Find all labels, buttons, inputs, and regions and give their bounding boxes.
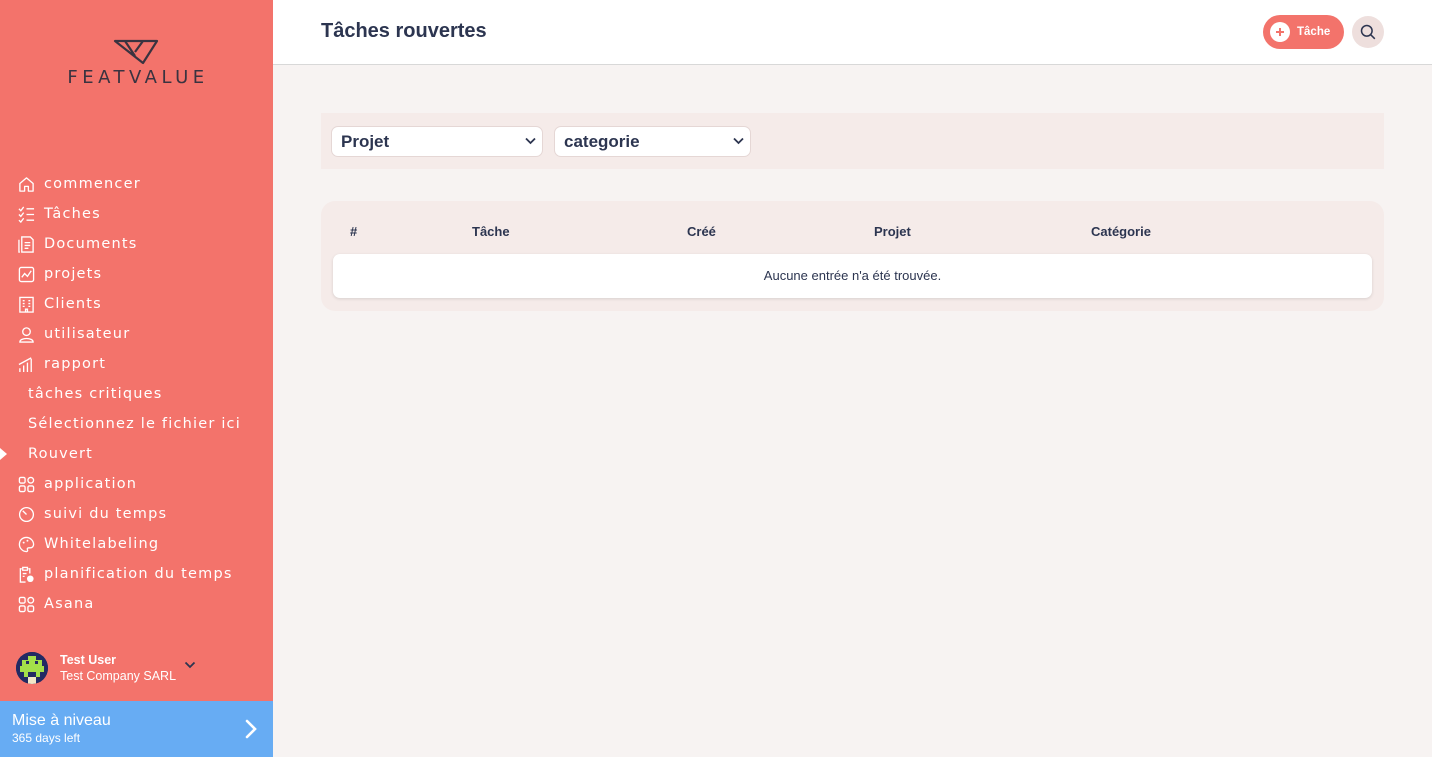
sidebar-item-taches-critiques[interactable]: tâches critiques [0,379,273,409]
sidebar-item-taches[interactable]: Tâches [0,199,273,229]
chevron-right-icon[interactable] [245,719,257,739]
sidebar-item-asana[interactable]: Asana [0,589,273,619]
sidebar-item-label: Tâches [44,206,101,222]
sidebar-item-utilisateur[interactable]: utilisateur [0,319,273,349]
sidebar-item-label: projets [44,266,103,282]
chevron-down-icon [733,137,744,145]
sidebar: FEATVALUE commencer Tâches Documents pro… [0,0,273,757]
sidebar-item-label: application [44,476,138,492]
tasks-table: # Tâche Créé Projet Catégorie Aucune ent… [321,201,1384,311]
sidebar-item-label: Documents [44,236,138,252]
sidebar-item-application[interactable]: application [0,469,273,499]
chevron-down-icon[interactable] [184,661,196,669]
page-title: Tâches rouvertes [321,20,487,42]
sidebar-item-label: utilisateur [44,326,131,342]
sidebar-item-commencer[interactable]: commencer [0,169,273,199]
sidebar-item-planification[interactable]: planification du temps [0,559,273,589]
timer-icon [17,505,35,523]
add-task-button[interactable]: Tâche [1263,15,1344,49]
sidebar-item-label: Asana [44,596,95,612]
plus-icon [1270,22,1290,42]
palette-icon [17,535,35,553]
user-company: Test Company SARL [60,669,177,683]
search-button[interactable] [1352,16,1384,48]
sidebar-item-label: Sélectionnez le fichier ici [28,416,241,432]
sidebar-item-clients[interactable]: Clients [0,289,273,319]
featvalue-logo-icon [113,39,158,65]
sidebar-item-rapport[interactable]: rapport [0,349,273,379]
sidebar-item-label: Clients [44,296,102,312]
building-icon [17,295,35,313]
project-select[interactable]: Projet [331,126,543,157]
sidebar-nav: commencer Tâches Documents projets Clien… [0,169,273,619]
column-header-task[interactable]: Tâche [472,224,510,239]
sidebar-item-label: Whitelabeling [44,536,160,552]
bar-chart-icon [17,355,35,373]
filter-bar: Projet categorie [321,113,1384,169]
category-select-value: categorie [564,132,640,151]
user-name: Test User [60,653,117,667]
logo-text: FEATVALUE [67,67,209,88]
sidebar-item-label: rapport [44,356,107,372]
sidebar-item-label: commencer [44,176,141,192]
empty-state-row: Aucune entrée n'a été trouvée. [333,254,1372,298]
checklist-icon [17,205,35,223]
user-menu[interactable]: Test User Test Company SARL [16,652,196,684]
user-icon [17,325,35,343]
add-task-label: Tâche [1297,26,1331,38]
column-header-project[interactable]: Projet [874,224,911,239]
upgrade-title: Mise à niveau [12,712,111,729]
upgrade-days-left: 365 days left [12,731,81,745]
logo[interactable]: FEATVALUE [0,38,273,88]
document-icon [17,235,35,253]
sidebar-item-label: planification du temps [44,566,233,582]
column-header-category[interactable]: Catégorie [1091,224,1151,239]
category-select[interactable]: categorie [554,126,751,157]
upgrade-banner[interactable]: Mise à niveau 365 days left [0,701,273,757]
avatar [16,652,48,684]
chevron-down-icon [525,137,536,145]
sidebar-item-whitelabeling[interactable]: Whitelabeling [0,529,273,559]
home-icon [17,175,35,193]
sidebar-item-rouvert[interactable]: Rouvert [0,439,273,469]
search-icon [1360,24,1376,40]
project-select-value: Projet [341,132,390,151]
user-info: Test User Test Company SARL [60,653,176,683]
sidebar-item-label: tâches critiques [28,386,163,402]
apps-icon [17,595,35,613]
sidebar-item-projets[interactable]: projets [0,259,273,289]
sidebar-item-label: Rouvert [28,446,94,462]
chart-icon [17,265,35,283]
sidebar-item-selectionnez-fichier[interactable]: Sélectionnez le fichier ici [0,409,273,439]
sidebar-item-documents[interactable]: Documents [0,229,273,259]
apps-icon [17,475,35,493]
column-header-created[interactable]: Créé [687,224,716,239]
top-header: Tâches rouvertes Tâche [273,0,1432,65]
column-header-number[interactable]: # [350,224,357,239]
clipboard-clock-icon [17,565,35,583]
sidebar-item-suivi-du-temps[interactable]: suivi du temps [0,499,273,529]
sidebar-item-label: suivi du temps [44,506,168,522]
